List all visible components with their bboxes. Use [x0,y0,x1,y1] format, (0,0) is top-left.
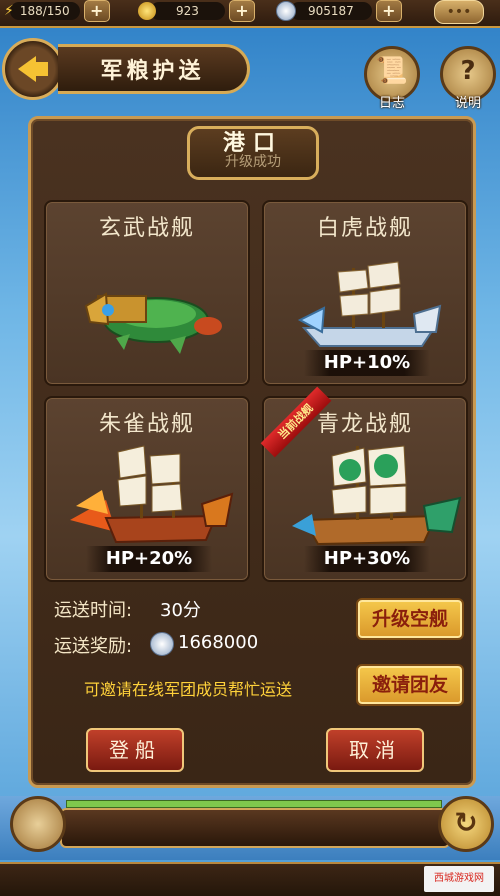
upgrade-ship-button[interactable]: 升级空舰 [356,598,464,640]
hp-bonus-label: HP+20% [86,546,212,572]
transport-reward-label: 运送奖励: [54,636,133,657]
plaque-subtitle: 升级成功 [225,154,281,170]
ship-name: 朱雀战舰 [98,412,195,437]
phoenix-ship-icon [70,445,234,544]
help-button[interactable]: ? 说明 [440,46,496,111]
invite-teammate-button[interactable]: 邀请团友 [356,664,464,706]
cancel-button[interactable]: 取消 [326,728,424,772]
gold-coin-icon [138,2,156,20]
hp-bonus-label: HP+10% [304,350,430,376]
ship-name: 白虎战舰 [316,216,413,241]
question-icon: ? [460,56,476,86]
silver-value: 905187 [290,2,372,20]
watermark: 西城游戏网 [424,866,494,892]
ship-card-zhuque[interactable]: 朱雀战舰 HP+20% [44,396,250,582]
gold-resource: 923 + [138,0,255,22]
board-ship-button[interactable]: 登船 [86,728,184,772]
silver-resource: 905187 + [276,0,402,22]
lightning-icon: ⚡ [4,3,14,19]
silver-coin-icon [276,1,296,21]
add-silver-button[interactable]: + [375,0,402,22]
log-button[interactable]: 📜 日志 [364,46,420,111]
transport-reward-value: 1668000 [178,632,259,653]
back-button[interactable] [2,38,64,100]
help-label: 说明 [454,96,481,111]
hp-bonus-label: HP+30% [304,546,430,572]
chat-icon[interactable]: ••• [434,0,484,24]
transport-time-label: 运送时间: [54,600,133,621]
resource-bar: ⚡ 188/150 + 923 + 905187 + ••• [0,0,500,28]
ship-card-baihu[interactable]: 白虎战舰 HP+10% [262,200,468,386]
route-track [60,808,450,848]
page-title: 军粮护送 [58,44,250,94]
map-icon[interactable] [10,796,66,852]
port-plaque: 港口 升级成功 [187,126,319,180]
refresh-icon[interactable]: ↻ [438,796,494,852]
invite-hint: 可邀请在线军团成员帮忙运送 [84,680,293,699]
ship-name: 玄武战舰 [98,216,195,241]
add-stamina-button[interactable]: + [83,0,110,22]
gold-value: 923 [150,2,225,20]
silver-coin-icon [150,632,174,656]
ship-card-qinglong[interactable]: 当前战舰 青龙战舰 HP+30% [260,386,468,582]
ship-card-xuanwu[interactable]: 玄武战舰 [44,200,250,386]
turtle-ship-icon [84,292,222,354]
azure-dragon-ship-icon [292,445,462,546]
stamina-value: 188/150 [9,2,80,20]
stamina-resource: ⚡ 188/150 + [4,0,110,22]
ship-name: 青龙战舰 [316,412,413,437]
transport-time-value: 30分 [160,600,201,621]
white-tiger-ship-icon [297,261,442,347]
scroll-icon: 📜 [375,56,409,86]
add-gold-button[interactable]: + [228,0,255,22]
route-progress [66,800,442,808]
log-label: 日志 [378,96,405,111]
